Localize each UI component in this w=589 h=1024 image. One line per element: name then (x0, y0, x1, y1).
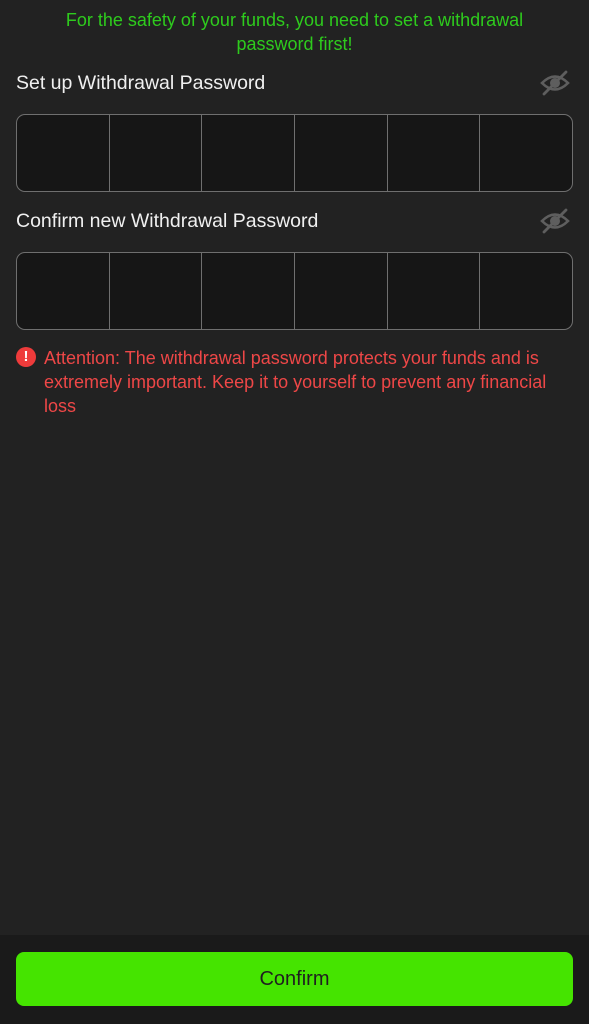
password-digit-6[interactable] (480, 115, 572, 191)
confirm-password-input[interactable] (16, 252, 573, 330)
password-digit-1[interactable] (17, 115, 110, 191)
password-digit-2[interactable] (110, 115, 203, 191)
confirm-digit-1[interactable] (17, 253, 110, 329)
safety-notice: For the safety of your funds, you need t… (65, 10, 524, 54)
eye-off-icon[interactable] (539, 67, 571, 99)
set-password-label: Set up Withdrawal Password (16, 71, 266, 94)
set-password-input[interactable] (16, 114, 573, 192)
password-digit-3[interactable] (202, 115, 296, 191)
confirm-digit-6[interactable] (480, 253, 572, 329)
warning-text: Attention: The withdrawal password prote… (44, 348, 547, 416)
exclamation-icon: ! (16, 347, 36, 367)
set-password-header: Set up Withdrawal Password (16, 67, 573, 99)
password-digit-5[interactable] (388, 115, 481, 191)
eye-off-icon[interactable] (539, 205, 571, 237)
confirm-password-label: Confirm new Withdrawal Password (16, 209, 319, 232)
confirm-digit-2[interactable] (110, 253, 203, 329)
attention-warning: ! Attention: The withdrawal password pro… (16, 346, 576, 418)
password-digit-4[interactable] (295, 115, 388, 191)
confirm-button[interactable]: Confirm (16, 952, 573, 1006)
confirm-digit-3[interactable] (202, 253, 296, 329)
confirm-password-header: Confirm new Withdrawal Password (16, 205, 573, 237)
confirm-digit-5[interactable] (388, 253, 481, 329)
confirm-digit-4[interactable] (295, 253, 388, 329)
